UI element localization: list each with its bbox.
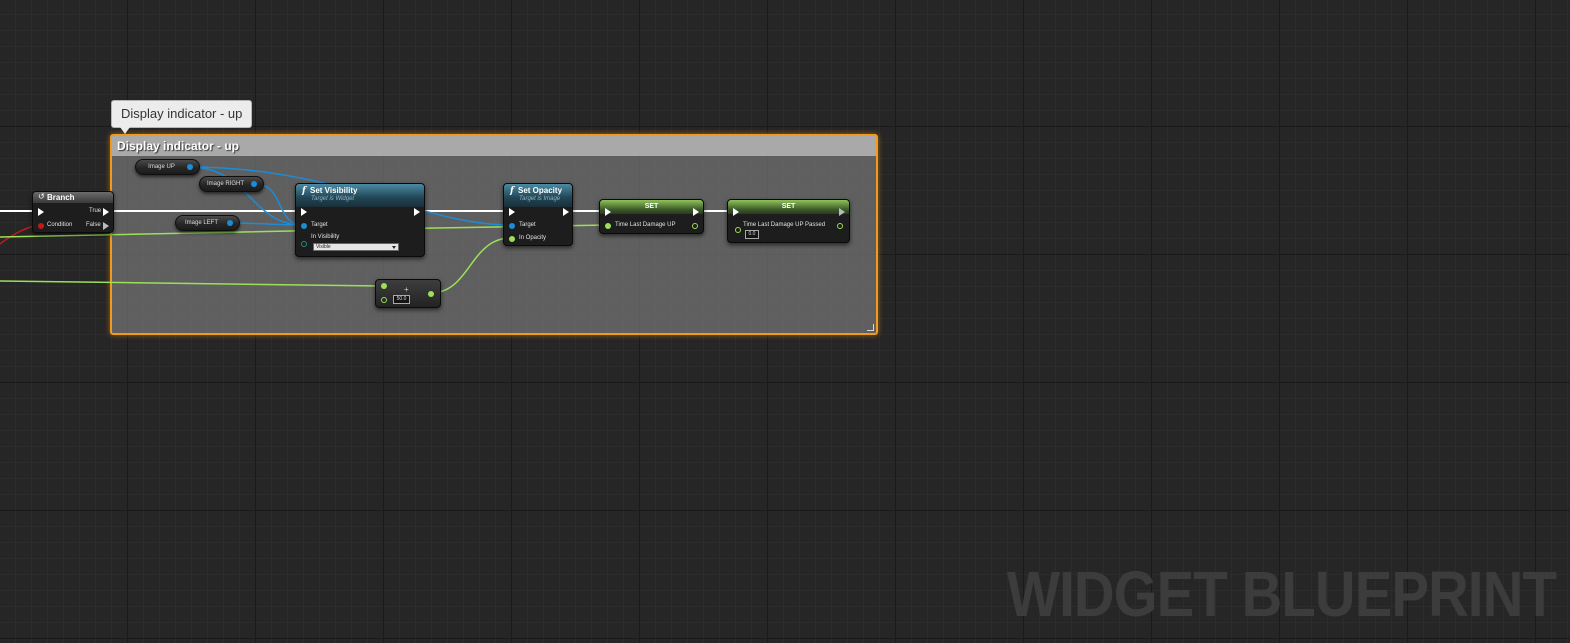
branch-node-title: Branch xyxy=(47,193,75,202)
add-node-input-a-pin[interactable] xyxy=(381,283,387,289)
branch-icon: ↺ xyxy=(38,192,45,201)
set-opacity-subtitle: Target is Image xyxy=(519,196,561,202)
add-node-output-pin[interactable] xyxy=(428,291,434,297)
set-opacity-exec-out-pin[interactable] xyxy=(563,208,569,216)
var-image-right-label: Image RIGHT xyxy=(206,181,244,187)
function-icon: f xyxy=(302,186,306,196)
branch-condition-pin[interactable] xyxy=(38,223,44,229)
branch-node-header: ↺ Branch xyxy=(33,192,113,203)
var-image-up-pin[interactable] xyxy=(187,164,193,170)
widget-blueprint-watermark: WIDGET BLUEPRINT xyxy=(1006,558,1557,630)
set-visibility-in-visibility-label: In Visibility xyxy=(311,234,340,240)
set-opacity-exec-in-pin[interactable] xyxy=(509,208,515,216)
var-image-right-pin[interactable] xyxy=(251,181,257,187)
var-image-up[interactable]: Image UP xyxy=(135,159,200,175)
visibility-dropdown-value: Visible xyxy=(316,244,331,250)
var-image-right[interactable]: Image RIGHT xyxy=(199,176,264,192)
set-node-2-value-field[interactable]: 0.0 xyxy=(745,230,759,239)
set-visibility-title: Set Visibility xyxy=(310,186,358,195)
set-opacity-target-pin[interactable] xyxy=(509,223,515,229)
var-image-left[interactable]: Image LEFT xyxy=(175,215,240,231)
set-time-last-damage-node[interactable]: SET Time Last Damage UP xyxy=(599,199,704,234)
set-node-2-value-out-pin[interactable] xyxy=(837,223,843,229)
branch-true-label: True xyxy=(89,208,102,214)
branch-condition-label: Condition xyxy=(47,222,73,228)
var-image-left-pin[interactable] xyxy=(227,220,233,226)
comment-tooltip: Display indicator - up xyxy=(111,100,253,134)
set-node-2-var-label: Time Last Damage UP Passed xyxy=(743,222,826,228)
var-image-up-label: Image UP xyxy=(148,164,175,170)
add-node-value-field[interactable]: 50.0 xyxy=(393,295,410,304)
var-image-left-label: Image LEFT xyxy=(184,220,218,226)
branch-exec-in-pin[interactable] xyxy=(38,208,44,216)
set-node-1-exec-in-pin[interactable] xyxy=(605,208,611,216)
branch-true-pin[interactable] xyxy=(103,208,109,216)
comment-resize-handle[interactable] xyxy=(867,324,874,331)
set-node-1-value-out-pin[interactable] xyxy=(692,223,698,229)
set-node-1-var-label: Time Last Damage UP xyxy=(615,222,676,228)
set-visibility-node[interactable]: f Set Visibility Target is Widget Target… xyxy=(295,183,425,257)
set-visibility-subtitle: Target is Widget xyxy=(311,196,355,202)
function-icon: f xyxy=(510,186,514,196)
branch-false-label: False xyxy=(86,222,101,228)
visibility-dropdown[interactable]: Visible xyxy=(313,243,399,251)
set-node-2-value-in-pin[interactable] xyxy=(735,227,741,233)
set-opacity-node[interactable]: f Set Opacity Target is Image Target In … xyxy=(503,183,573,246)
set-node-2-header: SET xyxy=(728,200,849,214)
branch-false-pin[interactable] xyxy=(103,222,109,230)
chevron-down-icon xyxy=(392,246,396,249)
add-node-input-b-pin[interactable] xyxy=(381,297,387,303)
set-visibility-header: f Set Visibility Target is Widget xyxy=(296,184,424,207)
set-node-2-exec-out-pin[interactable] xyxy=(839,208,845,216)
set-visibility-target-pin[interactable] xyxy=(301,223,307,229)
set-visibility-exec-out-pin[interactable] xyxy=(414,208,420,216)
set-opacity-header: f Set Opacity Target is Image xyxy=(504,184,572,207)
set-node-1-header: SET xyxy=(600,200,703,214)
set-node-1-value-in-pin[interactable] xyxy=(605,223,611,229)
set-visibility-target-label: Target xyxy=(311,222,328,228)
set-opacity-in-opacity-label: In Opacity xyxy=(519,235,547,241)
set-node-1-exec-out-pin[interactable] xyxy=(693,208,699,216)
set-visibility-exec-in-pin[interactable] xyxy=(301,208,307,216)
comment-title[interactable]: Display indicator - up xyxy=(112,136,876,156)
set-opacity-title: Set Opacity xyxy=(518,186,563,195)
set-opacity-target-label: Target xyxy=(519,222,536,228)
add-float-node[interactable]: 50.0 + xyxy=(375,279,441,308)
set-node-2-exec-in-pin[interactable] xyxy=(733,208,739,216)
set-visibility-in-visibility-pin[interactable] xyxy=(301,241,307,247)
set-opacity-in-opacity-pin[interactable] xyxy=(509,236,515,242)
set-time-last-damage-passed-node[interactable]: SET Time Last Damage UP Passed 0.0 xyxy=(727,199,850,243)
branch-node[interactable]: ↺ Branch True Condition False xyxy=(32,191,114,233)
plus-icon: + xyxy=(404,285,409,294)
